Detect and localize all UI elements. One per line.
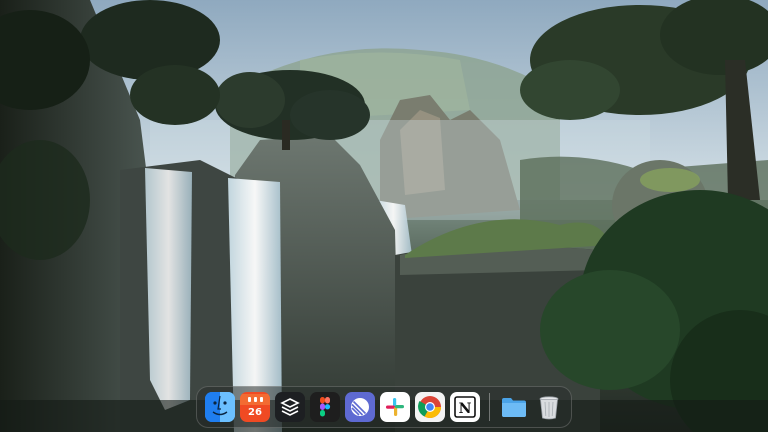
dock-app-figma[interactable] [310, 392, 340, 422]
figma-icon [320, 397, 331, 417]
dock-app-chrome[interactable] [415, 392, 445, 422]
folder-icon [502, 398, 526, 417]
dock-folder-downloads[interactable] [499, 392, 529, 422]
jungle-waterfall-scene [0, 0, 768, 432]
dock-app-fantastical[interactable]: 26 [240, 392, 270, 422]
desktop-wallpaper [0, 0, 768, 432]
dock: 26 N [196, 386, 572, 428]
notion-glyph: N [459, 401, 472, 417]
dock-app-linear[interactable] [345, 392, 375, 422]
dock-app-slack[interactable] [380, 392, 410, 422]
layers-icon [280, 398, 300, 416]
finder-icon [205, 392, 235, 422]
chrome-icon [418, 396, 441, 418]
calendar-date-badge: 26 [248, 406, 262, 418]
dock-app-finder[interactable] [205, 392, 235, 422]
dock-app-layers[interactable] [275, 392, 305, 422]
dock-separator [489, 393, 490, 421]
dock-app-notion[interactable]: N [450, 392, 480, 422]
linear-icon [351, 398, 369, 416]
slack-icon [386, 398, 404, 416]
notion-icon: N [454, 396, 476, 418]
calendar-icon [240, 393, 270, 405]
dock-trash[interactable] [534, 392, 564, 422]
trash-icon [539, 396, 559, 420]
